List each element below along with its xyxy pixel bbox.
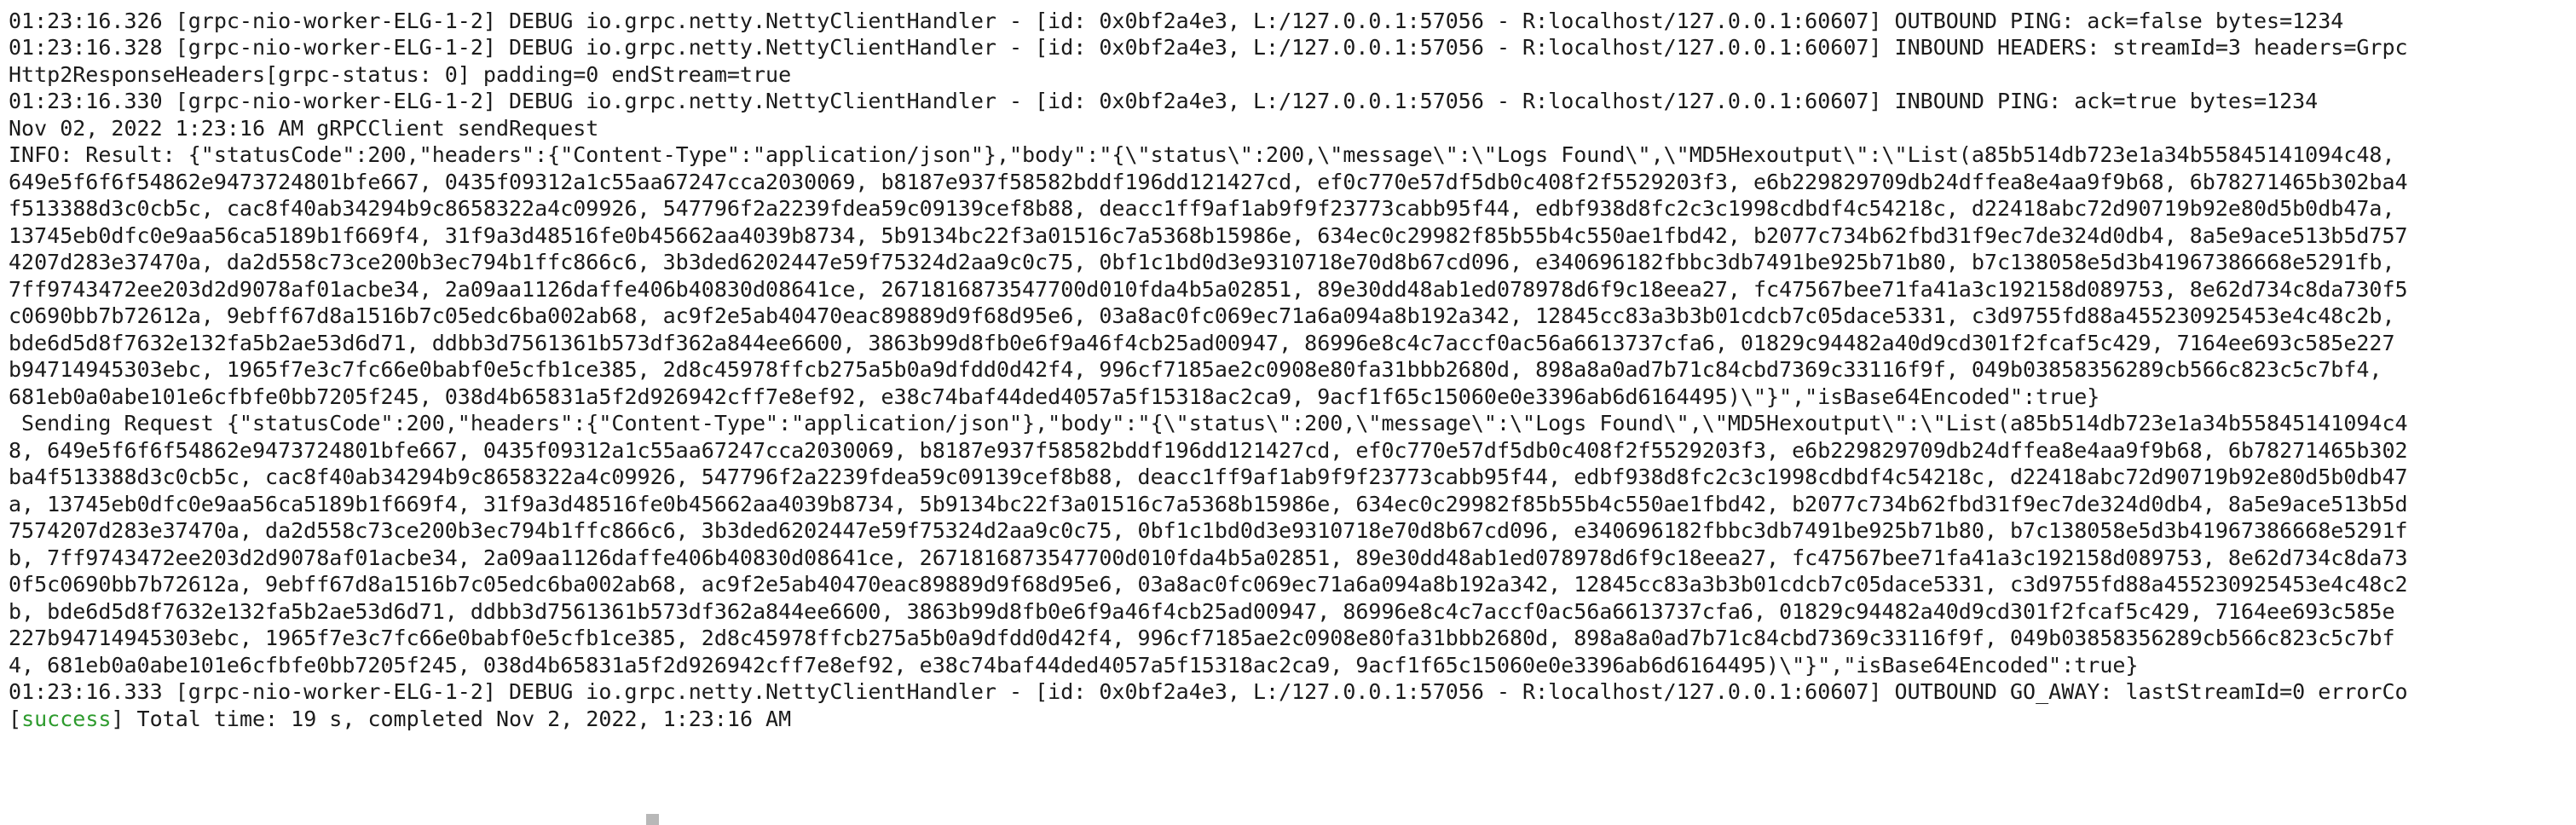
log-line: 01:23:16.330 [grpc-nio-worker-ELG-1-2] D…	[9, 89, 2319, 113]
log-line: 0f5c0690bb7b72612a, 9ebff67d8a1516b7c05e…	[9, 572, 2408, 597]
log-line: Http2ResponseHeaders[grpc-status: 0] pad…	[9, 61, 792, 87]
log-line: 01:23:16.326 [grpc-nio-worker-ELG-1-2] D…	[9, 8, 2344, 33]
log-line: Nov 02, 2022 1:23:16 AM gRPCClient sendR…	[9, 115, 599, 141]
log-line: a, 13745eb0dfc0e9aa56ca5189b1f669f4, 31f…	[9, 491, 2408, 516]
log-line: 4, 681eb0a0abe101e6cfbfe0bb7205f245, 038…	[9, 652, 2139, 678]
log-line: 4207d283e37470a, da2d558c73ce200b3ec794b…	[9, 250, 2395, 274]
terminal-cursor	[646, 814, 659, 825]
log-line: 227b94714945303ebc, 1965f7e3c7fc66e0babf…	[9, 626, 2395, 650]
build-status-line: [success] Total time: 19 s, completed No…	[9, 706, 2408, 733]
status-bracket-close: ]	[111, 706, 124, 731]
log-line: 13745eb0dfc0e9aa56ca5189b1f669f4, 31f9a3…	[9, 222, 2408, 248]
log-line: Sending Request {"statusCode":200,"heade…	[9, 411, 2408, 436]
log-line: 681eb0a0abe101e6cfbfe0bb7205f245, 038d4b…	[9, 384, 2100, 409]
terminal-window[interactable]: 01:23:16.326 [grpc-nio-worker-ELG-1-2] D…	[0, 0, 2576, 825]
log-line: 01:23:16.333 [grpc-nio-worker-ELG-1-2] D…	[9, 679, 2408, 704]
log-line: 01:23:16.328 [grpc-nio-worker-ELG-1-2] D…	[9, 35, 2408, 60]
log-line: bde6d5d8f7632e132fa5b2ae53d6d71, ddbb3d7…	[9, 330, 2395, 355]
log-line: b94714945303ebc, 1965f7e3c7fc66e0babf0e5…	[9, 357, 2383, 382]
log-line: 7ff9743472ee203d2d9078af01acbe34, 2a09aa…	[9, 276, 2408, 302]
log-line: 8, 649e5f6f6f54862e9473724801bfe667, 043…	[9, 437, 2408, 463]
status-bracket-open: [	[9, 706, 22, 731]
log-line: b, bde6d5d8f7632e132fa5b2ae53d6d71, ddbb…	[9, 598, 2395, 624]
log-line-partial	[9, 0, 2408, 8]
log-line: 649e5f6f6f54862e9473724801bfe667, 0435f0…	[9, 169, 2408, 194]
log-output: 01:23:16.326 [grpc-nio-worker-ELG-1-2] D…	[9, 0, 2408, 732]
log-line: f513388d3c0cb5c, cac8f40ab34294b9c865832…	[9, 196, 2395, 221]
log-line: b, 7ff9743472ee203d2d9078af01acbe34, 2a0…	[9, 545, 2408, 570]
log-line: c0690bb7b72612a, 9ebff67d8a1516b7c05edc6…	[9, 303, 2395, 328]
success-tag: success	[21, 706, 112, 731]
status-message: Total time: 19 s, completed Nov 2, 2022,…	[124, 706, 792, 731]
log-line: 7574207d283e37470a, da2d558c73ce200b3ec7…	[9, 518, 2408, 543]
log-line: ba4f513388d3c0cb5c, cac8f40ab34294b9c865…	[9, 464, 2408, 489]
log-line: INFO: Result: {"statusCode":200,"headers…	[9, 142, 2395, 167]
